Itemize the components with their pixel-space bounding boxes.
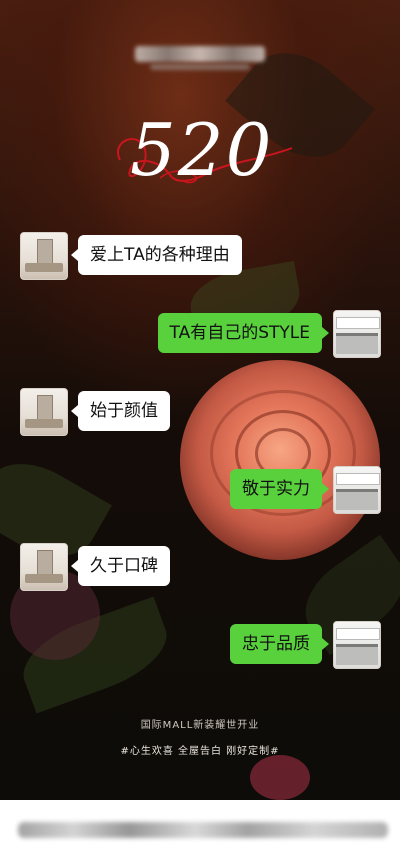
message-text: 敬于实力 xyxy=(242,479,310,499)
message-text: 始于颜值 xyxy=(90,401,158,421)
poster-background: 520 爱上TA的各种理由 TA有自己的STYLE 始于颜值 敬于实力 久于口碑… xyxy=(0,0,400,800)
avatar-room xyxy=(20,232,68,280)
footer-hashtags: #心生欢喜 全屋告白 刚好定制# xyxy=(120,746,280,757)
message-bubble-right: 敬于实力 xyxy=(230,469,329,509)
avatar-room xyxy=(20,543,68,591)
message-text: 久于口碑 xyxy=(90,556,158,576)
contact-info-blurred xyxy=(18,822,388,838)
contact-bar xyxy=(0,800,400,863)
avatar-kitchen xyxy=(333,310,381,358)
message-bubble-right: 忠于品质 xyxy=(230,624,329,664)
rose-image xyxy=(180,360,380,560)
brand-logo xyxy=(135,46,265,62)
message-bubble-right: TA有自己的STYLE xyxy=(157,313,330,353)
message-bubble-left: 久于口碑 xyxy=(71,546,170,586)
rose-bud-decoration xyxy=(250,755,310,800)
message-text: 爱上TA的各种理由 xyxy=(90,245,230,265)
footer-tagline: 国际MALL新装耀世开业 xyxy=(140,720,260,731)
avatar-kitchen xyxy=(333,466,381,514)
message-text: 忠于品质 xyxy=(242,634,310,654)
big-number: 520 xyxy=(130,108,274,192)
avatar-room xyxy=(20,388,68,436)
message-bubble-left: 始于颜值 xyxy=(71,391,170,431)
message-bubble-left: 爱上TA的各种理由 xyxy=(71,235,242,275)
message-text: TA有自己的STYLE xyxy=(169,323,310,343)
brand-logo-subtitle xyxy=(150,64,250,70)
title-520: 520 xyxy=(100,100,300,210)
avatar-kitchen xyxy=(333,621,381,669)
